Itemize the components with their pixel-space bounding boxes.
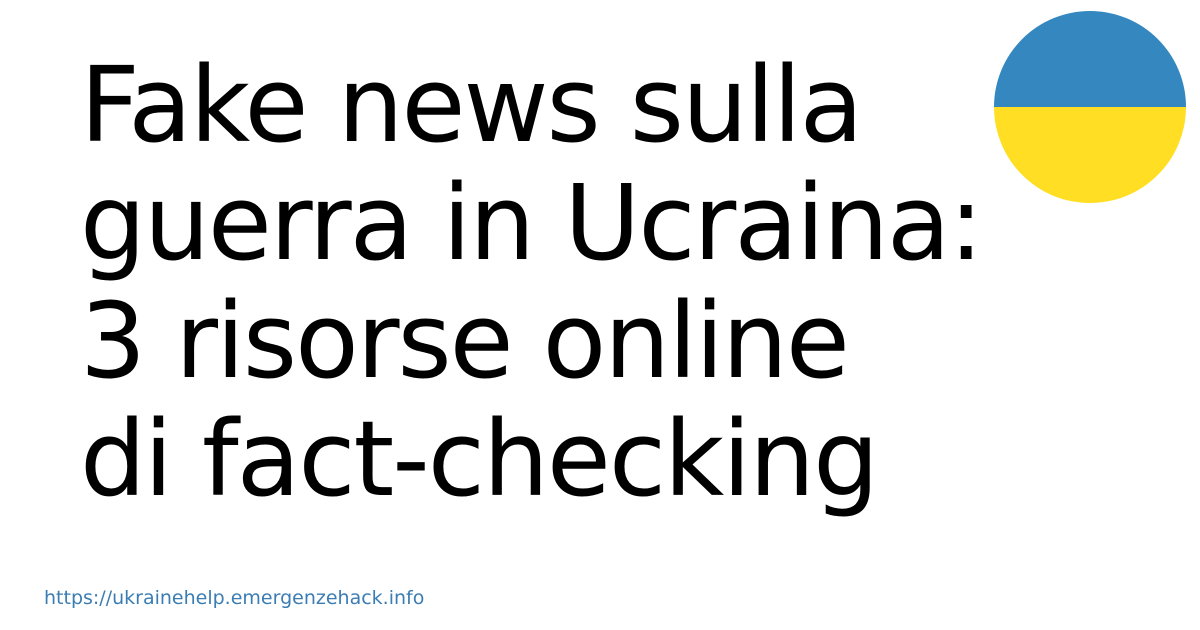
flag-top-stripe	[994, 11, 1186, 107]
social-share-card: Fake news sulla guerra in Ucraina: 3 ris…	[0, 0, 1200, 630]
article-title: Fake news sulla guerra in Ucraina: 3 ris…	[80, 46, 1000, 518]
title-line-2: guerra in Ucraina:	[80, 162, 984, 284]
title-line-4: di fact-checking	[80, 398, 879, 520]
flag-bottom-stripe	[994, 107, 1186, 203]
title-line-3: 3 risorse online	[80, 280, 850, 402]
ukraine-flag-icon	[994, 11, 1186, 203]
title-line-1: Fake news sulla	[80, 44, 863, 166]
site-url-link[interactable]: https://ukrainehelp.emergenzehack.info	[44, 586, 424, 610]
